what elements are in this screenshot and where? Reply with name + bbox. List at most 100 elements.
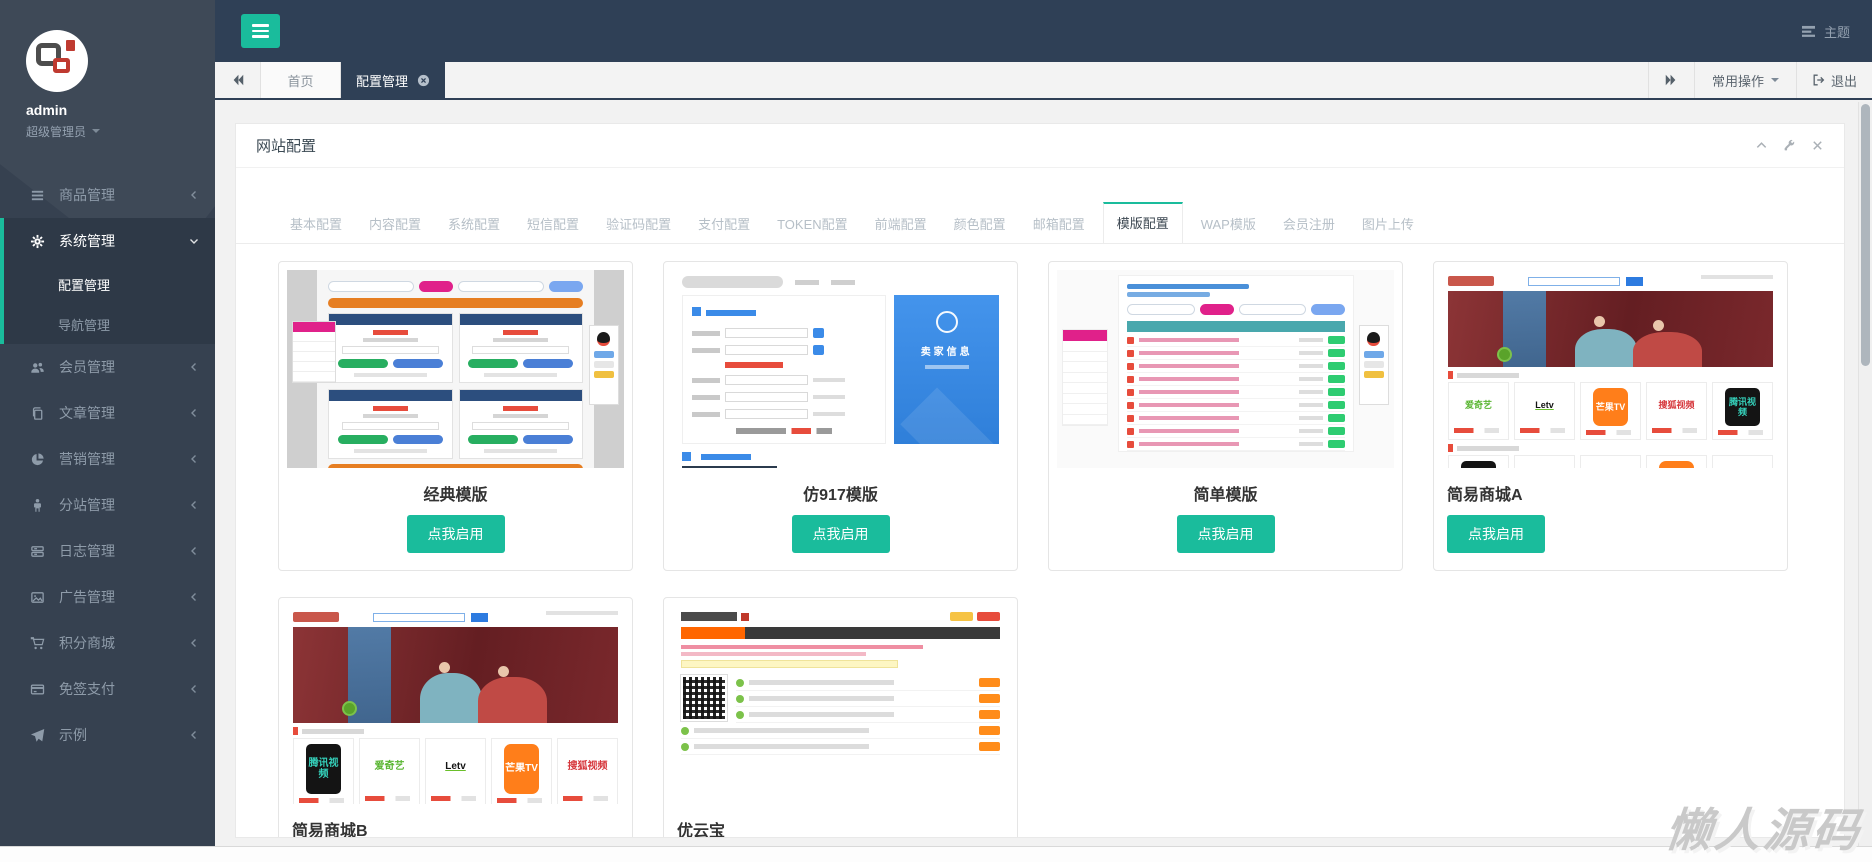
video-logo: Letv (429, 742, 482, 792)
sidebar-item-articles[interactable]: 文章管理 (0, 390, 215, 436)
panel-tools (1755, 139, 1824, 152)
sidebar-item-members[interactable]: 会员管理 (0, 344, 215, 390)
chevron-left-icon (189, 546, 199, 556)
tabs-scroll-left-button[interactable] (215, 62, 261, 98)
tab-template[interactable]: 模版配置 (1103, 202, 1183, 244)
tab-config-active[interactable]: 配置管理 (341, 62, 445, 98)
chevron-left-icon (189, 684, 199, 694)
files-icon (28, 406, 46, 421)
caret-down-icon (1771, 78, 1779, 86)
sidebar-item-payment[interactable]: 免签支付 (0, 666, 215, 712)
chevron-left-icon (189, 638, 199, 648)
common-operations-dropdown[interactable]: 常用操作 (1694, 62, 1796, 98)
paper-plane-icon (28, 728, 46, 743)
sidebar-item-label: 免签支付 (59, 679, 115, 699)
config-tabs: 基本配置 内容配置 系统配置 短信配置 验证码配置 支付配置 TOKEN配置 前… (236, 202, 1844, 244)
avatar[interactable] (26, 30, 88, 92)
menu-toggle-button[interactable] (241, 14, 280, 48)
tab-wap[interactable]: WAP模版 (1192, 204, 1265, 243)
theme-icon (1801, 25, 1816, 38)
topbar: 主题 (215, 0, 1872, 62)
sidebar-item-marketing[interactable]: 营销管理 (0, 436, 215, 482)
activate-button[interactable]: 点我启用 (1177, 515, 1275, 553)
tab-upload[interactable]: 图片上传 (1353, 204, 1423, 243)
activate-button[interactable]: 点我启用 (1447, 515, 1545, 553)
tab-captcha[interactable]: 验证码配置 (597, 204, 680, 243)
gear-icon (28, 234, 46, 249)
sidebar-item-logs[interactable]: 日志管理 (0, 528, 215, 574)
tab-register[interactable]: 会员注册 (1274, 204, 1344, 243)
tab-mail[interactable]: 邮箱配置 (1024, 204, 1094, 243)
template-thumbnail-mall-b: 腾讯视频 爱奇艺 Letv 芒果TV 搜狐视频 (287, 606, 624, 804)
user-role-label: 超级管理员 (26, 123, 86, 140)
tab-content[interactable]: 内容配置 (360, 204, 430, 243)
theme-button[interactable]: 主题 (1801, 0, 1850, 62)
close-panel-icon[interactable] (1811, 139, 1824, 152)
wrench-icon[interactable] (1783, 139, 1796, 152)
template-card: 优云宝 点我启用 (663, 597, 1018, 838)
logout-icon (1812, 73, 1826, 87)
template-card-grid: 经典模版 点我启用 (236, 244, 1844, 838)
sidebar-item-label: 系统管理 (59, 231, 115, 251)
close-tab-icon[interactable] (417, 74, 430, 87)
logo-seal (66, 40, 75, 51)
activate-button[interactable]: 点我启用 (792, 515, 890, 553)
collapse-panel-icon[interactable] (1755, 139, 1768, 152)
tab-token[interactable]: TOKEN配置 (768, 204, 857, 243)
tab-home[interactable]: 首页 (261, 62, 341, 98)
template-name: 经典模版 (287, 481, 624, 505)
username: admin (26, 102, 193, 118)
sidebar-item-label: 日志管理 (59, 541, 115, 561)
sidebar-item-label: 广告管理 (59, 587, 115, 607)
tab-color[interactable]: 颜色配置 (945, 204, 1015, 243)
credit-card-icon (28, 682, 46, 697)
tab-basic[interactable]: 基本配置 (281, 204, 351, 243)
vertical-scrollbar[interactable] (1858, 102, 1872, 846)
chevron-down-icon (189, 236, 199, 246)
video-logo: 芒果TV (504, 744, 539, 794)
tabstrip-right-group: 常用操作 退出 (1648, 62, 1872, 98)
sidebar-subitem-config[interactable]: 配置管理 (4, 264, 215, 304)
watermark: 懒人源码 (1663, 794, 1866, 860)
template-thumbnail-youyunbao (672, 606, 1009, 804)
template-thumbnail-classic (287, 270, 624, 468)
video-logo: 爱奇艺 (1452, 386, 1505, 424)
server-icon (28, 544, 46, 559)
template-name: 仿917模版 (672, 481, 1009, 505)
user-role-dropdown[interactable]: 超级管理员 (26, 123, 193, 140)
panel-title: 网站配置 (256, 135, 316, 156)
sidebar-item-ads[interactable]: 广告管理 (0, 574, 215, 620)
sidebar-item-label: 积分商城 (59, 633, 115, 653)
sidebar-menu: 商品管理 系统管理 配置管理 (0, 172, 215, 758)
sidebar-subitem-nav[interactable]: 导航管理 (4, 304, 215, 344)
activate-button[interactable]: 点我启用 (407, 515, 505, 553)
page-bottom-strip (0, 846, 1872, 862)
logo-square-red (53, 58, 70, 73)
sidebar: admin 超级管理员 商品管理 (0, 0, 215, 862)
template-card: 爱奇艺 Letv 芒果TV 搜狐视频 腾讯视频 腾讯视频 爱奇艺 Letv 芒果… (1433, 261, 1788, 571)
scrollbar-thumb[interactable] (1861, 104, 1870, 366)
tabs-scroll-right-button[interactable] (1648, 62, 1694, 98)
main-content: 网站配置 基本配置 内容配置 系统配置 短信配置 (215, 102, 1872, 862)
sidebar-item-goods[interactable]: 商品管理 (0, 172, 215, 218)
video-logo: 腾讯视频 (1461, 461, 1496, 468)
sidebar-item-substation[interactable]: 分站管理 (0, 482, 215, 528)
tab-payment[interactable]: 支付配置 (689, 204, 759, 243)
tab-frontend[interactable]: 前端配置 (866, 204, 936, 243)
sidebar-subitem-label: 导航管理 (58, 315, 110, 334)
sidebar-item-points-mall[interactable]: 积分商城 (0, 620, 215, 666)
tab-system[interactable]: 系统配置 (439, 204, 509, 243)
chevron-left-icon (189, 500, 199, 510)
pie-chart-icon (28, 452, 46, 467)
tab-strip: 首页 配置管理 常用操作 退出 (215, 62, 1872, 100)
sidebar-item-system[interactable]: 系统管理 (4, 218, 215, 264)
cart-icon (28, 636, 46, 651)
video-logo: 芒果TV (1593, 388, 1628, 426)
admin-screen: admin 超级管理员 商品管理 (0, 0, 1872, 862)
tab-sms[interactable]: 短信配置 (518, 204, 588, 243)
logout-button[interactable]: 退出 (1796, 62, 1872, 98)
video-logo: 芒果TV (1659, 461, 1694, 468)
template-name: 优云宝 (672, 817, 1009, 838)
chevron-left-icon (189, 408, 199, 418)
sidebar-item-example[interactable]: 示例 (0, 712, 215, 758)
